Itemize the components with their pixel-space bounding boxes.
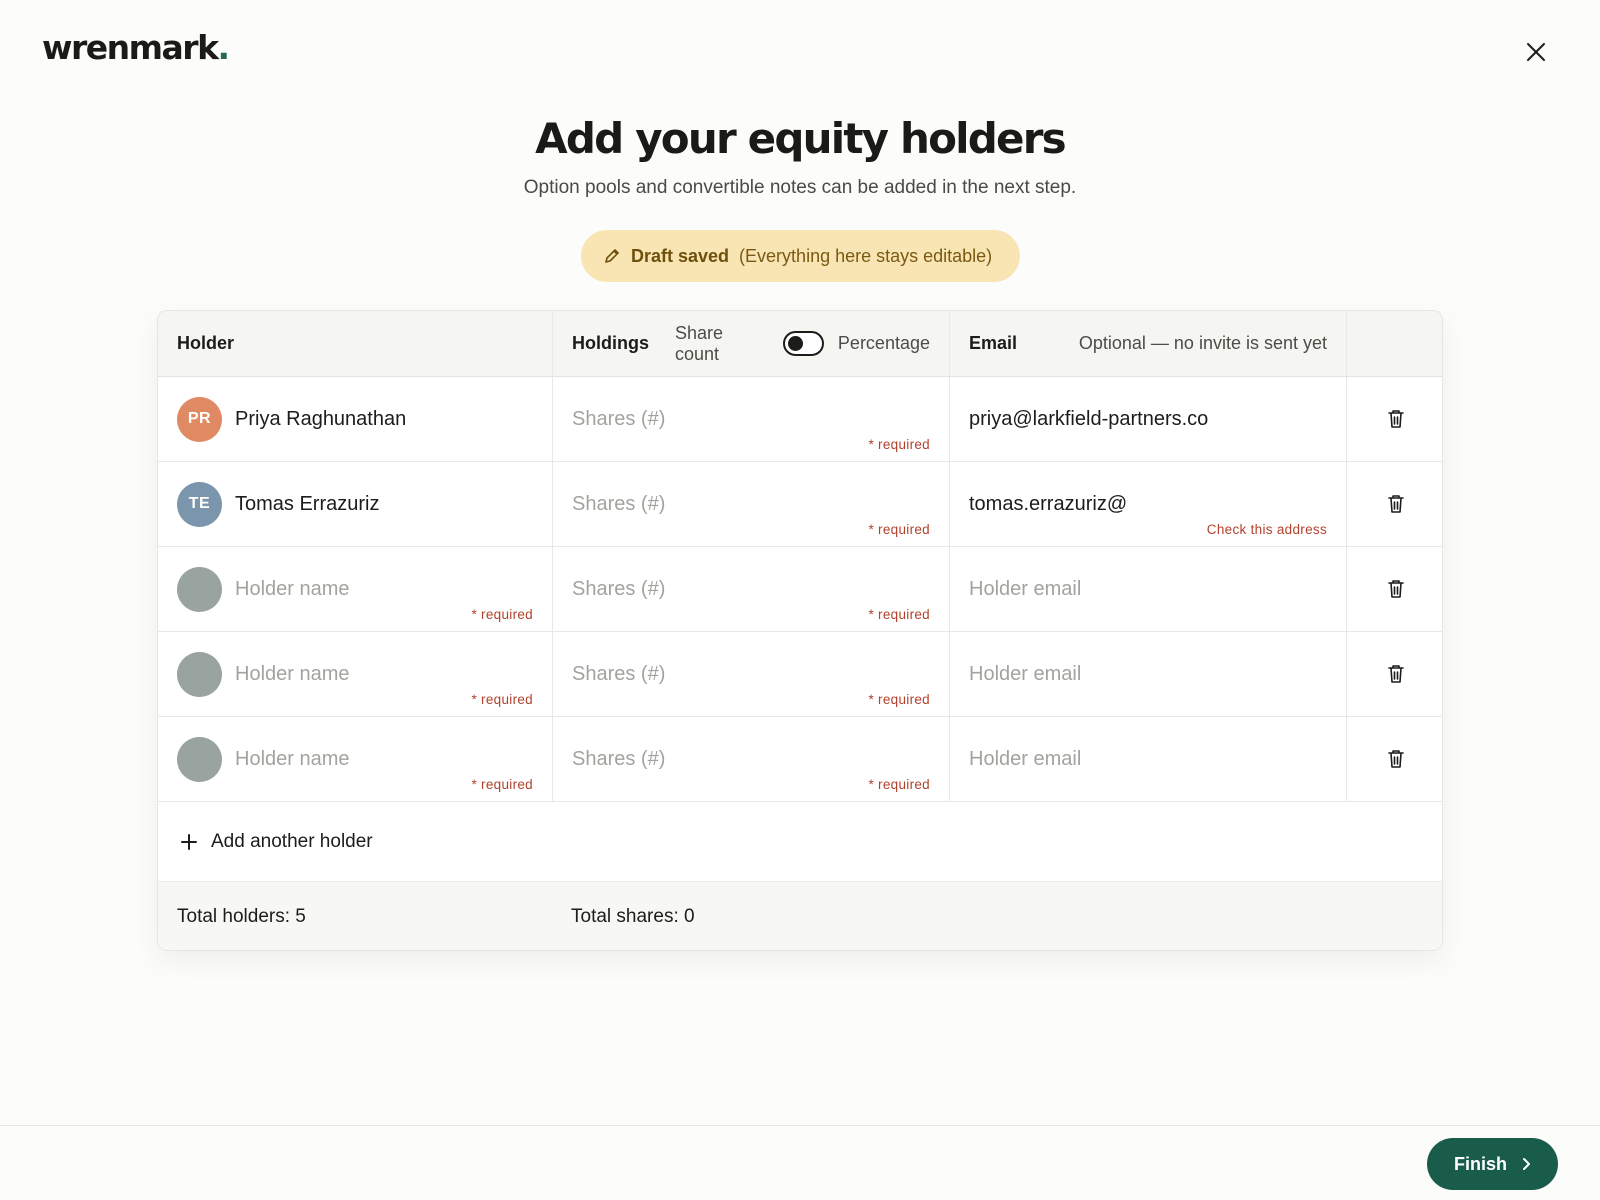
header-holder-label: Holder xyxy=(177,333,235,353)
avatar: TE xyxy=(177,481,222,527)
holder-name-hint: * required xyxy=(471,607,533,622)
table-header: Holder Holdings Share count Percentage E… xyxy=(158,311,1442,377)
brand-dot: . xyxy=(217,28,231,67)
header-holder: Holder xyxy=(158,311,553,376)
draft-note: (Everything here stays editable) xyxy=(739,245,993,266)
chevron-right-icon xyxy=(1523,1158,1530,1170)
shares-hint: * required xyxy=(868,607,930,622)
shares-hint: * required xyxy=(868,692,930,707)
trash-icon xyxy=(1387,665,1404,683)
shares-input[interactable] xyxy=(572,492,930,516)
table-row: * required * required xyxy=(158,547,1442,632)
holder-cell: * required xyxy=(158,632,553,716)
table-row: * required * required xyxy=(158,632,1442,717)
holdings-cell: * required xyxy=(553,547,950,631)
add-holder-button[interactable]: Add another holder xyxy=(158,802,1442,882)
shares-hint: * required xyxy=(868,437,930,452)
trash-icon xyxy=(1387,410,1404,428)
finish-label: Finish xyxy=(1454,1153,1507,1174)
avatar: PR xyxy=(177,396,222,442)
shares-input[interactable] xyxy=(572,577,930,601)
total-holders: Total holders: 5 xyxy=(177,906,306,927)
table-row: * required * required xyxy=(158,717,1442,802)
page-title: Add your equity holders xyxy=(535,114,1066,163)
shares-hint: * required xyxy=(868,777,930,792)
footer-divider xyxy=(0,1125,1600,1126)
plus-icon xyxy=(181,833,197,850)
add-holder-label: Add another holder xyxy=(211,830,373,852)
holder-name-input[interactable] xyxy=(235,747,533,771)
holder-cell: TE xyxy=(158,462,553,546)
delete-row-button[interactable] xyxy=(1347,547,1442,631)
shares-input[interactable] xyxy=(572,662,930,686)
holdings-cell: * required xyxy=(553,462,950,546)
holder-name-input[interactable] xyxy=(235,577,533,601)
header-email: Email Optional — no invite is sent yet xyxy=(950,311,1347,376)
email-cell: Check this address xyxy=(950,462,1347,546)
delete-row-button[interactable] xyxy=(1347,717,1442,801)
pencil-icon xyxy=(605,249,619,263)
shares-input[interactable] xyxy=(572,407,930,431)
table-row: TE * required Check this address xyxy=(158,462,1442,547)
holdings-cell: * required xyxy=(553,717,950,801)
close-button[interactable] xyxy=(1518,34,1554,70)
table-totals: Total holders: 5 Total shares: 0 xyxy=(158,882,1442,950)
draft-status-badge: Draft saved (Everything here stays edita… xyxy=(581,230,1020,282)
email-cell xyxy=(950,717,1347,801)
holdings-cell: * required xyxy=(553,632,950,716)
header-actions xyxy=(1347,311,1442,376)
holder-cell: * required xyxy=(158,717,553,801)
holder-email-input[interactable] xyxy=(969,577,1327,601)
header-holdings-label: Holdings xyxy=(572,333,649,353)
holder-email-input[interactable] xyxy=(969,662,1327,686)
holder-name-input[interactable] xyxy=(235,662,533,686)
holder-email-input[interactable] xyxy=(969,492,1327,516)
avatar xyxy=(177,736,222,782)
delete-row-button[interactable] xyxy=(1347,377,1442,461)
holdings-mode-toggle[interactable] xyxy=(782,331,824,356)
email-hint: Check this address xyxy=(1206,522,1327,537)
trash-icon xyxy=(1387,750,1404,768)
holder-cell: PR xyxy=(158,377,553,461)
holders-table: Holder Holdings Share count Percentage E… xyxy=(157,310,1443,951)
page-subtitle: Option pools and convertible notes can b… xyxy=(523,177,1077,198)
table-row: PR * required xyxy=(158,377,1442,462)
delete-row-button[interactable] xyxy=(1347,462,1442,546)
email-cell xyxy=(950,632,1347,716)
toggle-option-share-count[interactable]: Share count xyxy=(675,323,771,365)
toggle-knob xyxy=(787,336,803,351)
shares-hint: * required xyxy=(868,522,930,537)
trash-icon xyxy=(1387,495,1404,513)
holder-name-hint: * required xyxy=(471,692,533,707)
header-holdings: Holdings Share count Percentage xyxy=(553,311,950,376)
brand-logo: wrenmark. xyxy=(42,28,231,67)
holder-name-input[interactable] xyxy=(235,492,533,516)
finish-button[interactable]: Finish xyxy=(1427,1138,1558,1190)
header-email-label: Email xyxy=(969,333,1018,353)
holder-email-input[interactable] xyxy=(969,747,1327,771)
brand-name: wrenmark xyxy=(42,28,219,67)
holdings-cell: * required xyxy=(553,377,950,461)
holder-name-hint: * required xyxy=(471,777,533,792)
total-shares: Total shares: 0 xyxy=(571,906,695,927)
trash-icon xyxy=(1387,580,1404,598)
toggle-option-percentage[interactable]: Percentage xyxy=(838,333,930,354)
avatar xyxy=(177,566,222,612)
email-cell xyxy=(950,377,1347,461)
avatar xyxy=(177,651,222,697)
holder-email-input[interactable] xyxy=(969,407,1327,431)
delete-row-button[interactable] xyxy=(1347,632,1442,716)
close-icon xyxy=(1527,43,1545,61)
holder-name-input[interactable] xyxy=(235,407,533,431)
header-email-note: Optional — no invite is sent yet xyxy=(1078,333,1327,353)
draft-status-label: Draft saved xyxy=(631,245,730,266)
shares-input[interactable] xyxy=(572,747,930,771)
email-cell xyxy=(950,547,1347,631)
holder-cell: * required xyxy=(158,547,553,631)
